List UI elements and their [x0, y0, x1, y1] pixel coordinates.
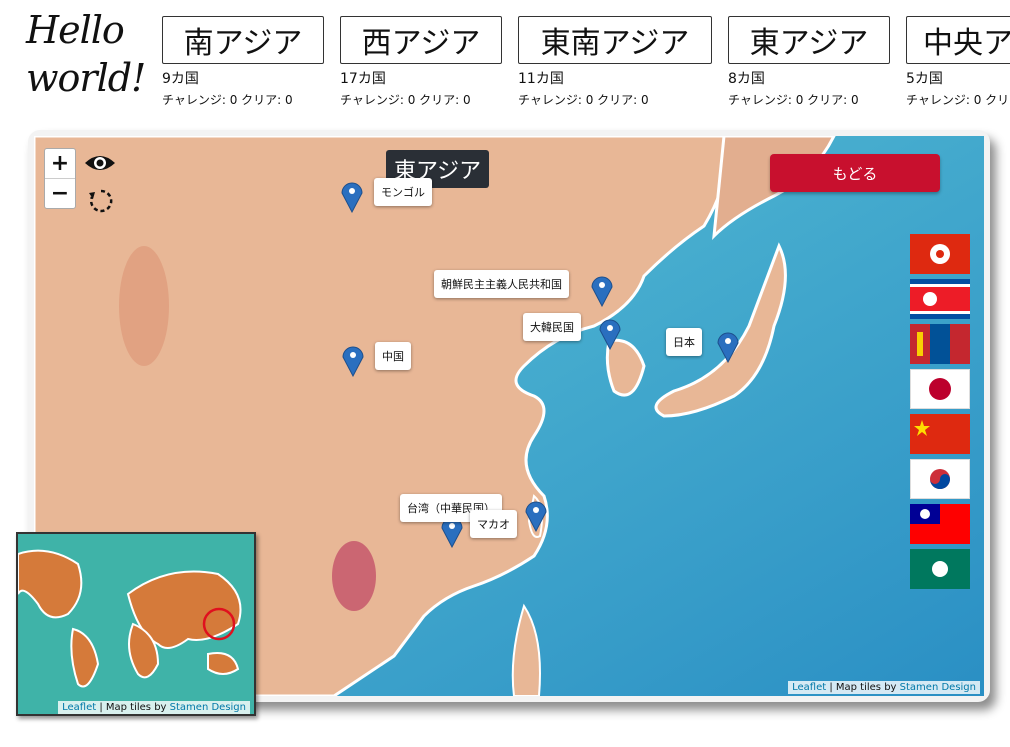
logo-line-1: Hello	[26, 8, 125, 52]
region-country-count: 17カ国	[340, 71, 386, 87]
region-country-count: 8カ国	[728, 71, 765, 87]
hello-world-logo: Hello world!	[26, 6, 151, 102]
zoom-out-button[interactable]: −	[45, 178, 75, 208]
region-stats: チャレンジ: 0 クリア: 0	[162, 93, 293, 107]
leaflet-link[interactable]: Leaflet	[792, 682, 826, 693]
marker-label-north-korea: 朝鮮民主主義人民共和国	[434, 270, 569, 298]
map-marker-icon[interactable]	[590, 273, 614, 307]
region-country-count: 9カ国	[162, 71, 199, 87]
attribution-text: | Map tiles by	[96, 702, 170, 713]
map-marker-icon[interactable]	[341, 343, 365, 377]
map-marker-icon[interactable]	[716, 329, 740, 363]
flag-china[interactable]	[910, 414, 970, 454]
region-country-count: 11カ国	[518, 71, 564, 87]
marker-label-south-korea: 大韓民国	[523, 313, 581, 341]
flag-hong-kong[interactable]	[910, 234, 970, 274]
flag-mongolia[interactable]	[910, 324, 970, 364]
minimap-tiles	[18, 549, 242, 688]
region-card-southeast-asia: 東南アジア 11カ国 チャレンジ: 0 クリア: 0	[518, 16, 712, 108]
stamen-link[interactable]: Stamen Design	[170, 702, 246, 713]
flag-japan[interactable]	[910, 369, 970, 409]
leaflet-link[interactable]: Leaflet	[62, 702, 96, 713]
minimap-attribution: Leaflet | Map tiles by Stamen Design	[58, 701, 250, 714]
marker-label-china: 中国	[375, 342, 411, 370]
region-country-count: 5カ国	[906, 71, 943, 87]
region-card-east-asia: 東アジア 8カ国 チャレンジ: 0 クリア: 0	[728, 16, 890, 108]
marker-label-japan: 日本	[666, 328, 702, 356]
region-stats: チャレンジ: 0 クリア: 0	[906, 93, 1010, 107]
zoom-in-button[interactable]: +	[45, 149, 75, 178]
reset-rotate-icon[interactable]	[88, 188, 114, 214]
flag-macau[interactable]	[910, 549, 970, 589]
attribution-text: | Map tiles by	[826, 682, 900, 693]
eye-icon[interactable]	[84, 152, 116, 174]
map-marker-icon[interactable]	[340, 179, 364, 213]
marker-label-macau: マカオ	[470, 510, 517, 538]
flag-taiwan[interactable]	[910, 504, 970, 544]
logo-line-2: world!	[26, 56, 146, 100]
map-marker-icon[interactable]	[524, 498, 548, 532]
flag-north-korea[interactable]	[910, 279, 970, 319]
back-button[interactable]: もどる	[770, 154, 940, 192]
stamen-link[interactable]: Stamen Design	[900, 682, 976, 693]
map-marker-icon[interactable]	[598, 316, 622, 350]
marker-label-mongolia: モンゴル	[374, 178, 432, 206]
region-button-east-asia[interactable]: 東アジア	[728, 16, 890, 64]
world-minimap[interactable]: Leaflet | Map tiles by Stamen Design	[16, 532, 256, 716]
region-stats: チャレンジ: 0 クリア: 0	[518, 93, 649, 107]
region-button-west-asia[interactable]: 西アジア	[340, 16, 502, 64]
region-button-southeast-asia[interactable]: 東南アジア	[518, 16, 712, 64]
zoom-control: + −	[44, 148, 76, 209]
map-attribution: Leaflet | Map tiles by Stamen Design	[788, 681, 980, 694]
region-button-south-asia[interactable]: 南アジア	[162, 16, 324, 64]
region-stats: チャレンジ: 0 クリア: 0	[340, 93, 471, 107]
region-card-west-asia: 西アジア 17カ国 チャレンジ: 0 クリア: 0	[340, 16, 502, 108]
region-button-central-asia[interactable]: 中央アジア	[906, 16, 1010, 64]
region-card-central-asia: 中央アジア 5カ国 チャレンジ: 0 クリア: 0	[906, 16, 1010, 108]
region-card-south-asia: 南アジア 9カ国 チャレンジ: 0 クリア: 0	[162, 16, 324, 108]
region-stats: チャレンジ: 0 クリア: 0	[728, 93, 859, 107]
flag-south-korea[interactable]	[910, 459, 970, 499]
